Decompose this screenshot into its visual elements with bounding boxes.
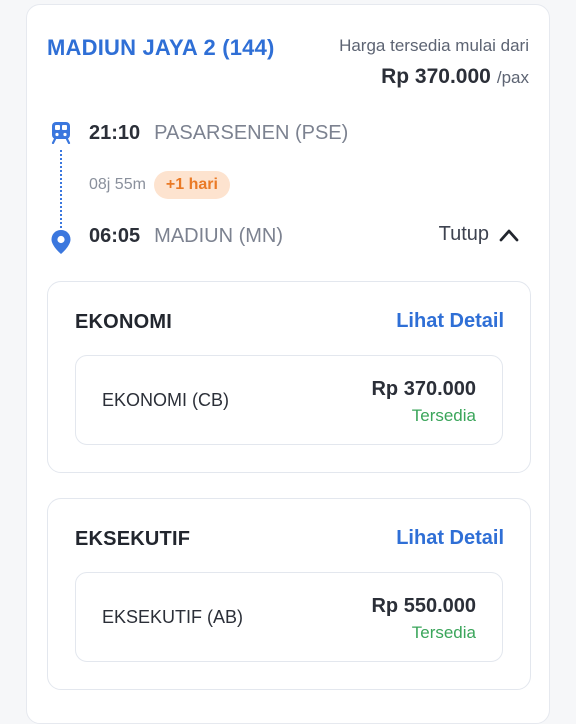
subclass-option[interactable]: EKONOMI (CB) Rp 370.000 Tersedia — [75, 355, 503, 445]
see-detail-link[interactable]: Lihat Detail — [396, 310, 504, 333]
collapse-label: Tutup — [438, 223, 489, 245]
location-pin-icon — [51, 230, 71, 254]
subclass-name: EKONOMI (CB) — [102, 390, 230, 410]
starting-price: Rp 370.000 — [381, 65, 491, 88]
availability-status: Tersedia — [411, 406, 476, 425]
next-day-badge: +1 hari — [153, 171, 230, 199]
arrival-time: 06:05 — [89, 225, 141, 247]
subclass-option[interactable]: EKSEKUTIF (AB) Rp 550.000 Tersedia — [75, 572, 503, 662]
price-unit: /pax — [496, 68, 529, 87]
class-group-eksekutif: EKSEKUTIF Lihat Detail EKSEKUTIF (AB) Rp… — [47, 498, 531, 690]
train-icon — [51, 122, 71, 144]
class-title: EKONOMI — [75, 311, 172, 333]
departure-time: 21:10 — [89, 122, 141, 144]
class-group-ekonomi: EKONOMI Lihat Detail EKONOMI (CB) Rp 370… — [47, 281, 531, 473]
departure-stop: 21:10 PASARSENEN (PSE) — [89, 122, 348, 145]
train-result-card: MADIUN JAYA 2 (144) Harga tersedia mulai… — [26, 4, 550, 724]
duration-text: 08j 55m — [89, 176, 146, 193]
train-name: MADIUN JAYA 2 (144) — [47, 35, 275, 60]
subclass-price: Rp 370.000 — [371, 378, 476, 400]
availability-status: Tersedia — [411, 623, 476, 642]
see-detail-link[interactable]: Lihat Detail — [396, 527, 504, 550]
price-row: Rp 370.000 /pax — [381, 65, 529, 89]
subclass-name: EKSEKUTIF (AB) — [102, 607, 244, 627]
price-caption: Harga tersedia mulai dari — [339, 36, 529, 55]
collapse-toggle[interactable]: Tutup — [439, 223, 519, 246]
route-line — [60, 150, 62, 228]
arrival-stop: 06:05 MADIUN (MN) — [89, 225, 283, 248]
arrival-station: MADIUN (MN) — [154, 225, 284, 247]
class-title: EKSEKUTIF — [75, 528, 191, 550]
departure-station: PASARSENEN (PSE) — [154, 122, 349, 144]
chevron-up-icon — [499, 229, 519, 241]
subclass-price: Rp 550.000 — [371, 595, 476, 617]
trip-duration: 08j 55m +1 hari — [89, 171, 230, 199]
